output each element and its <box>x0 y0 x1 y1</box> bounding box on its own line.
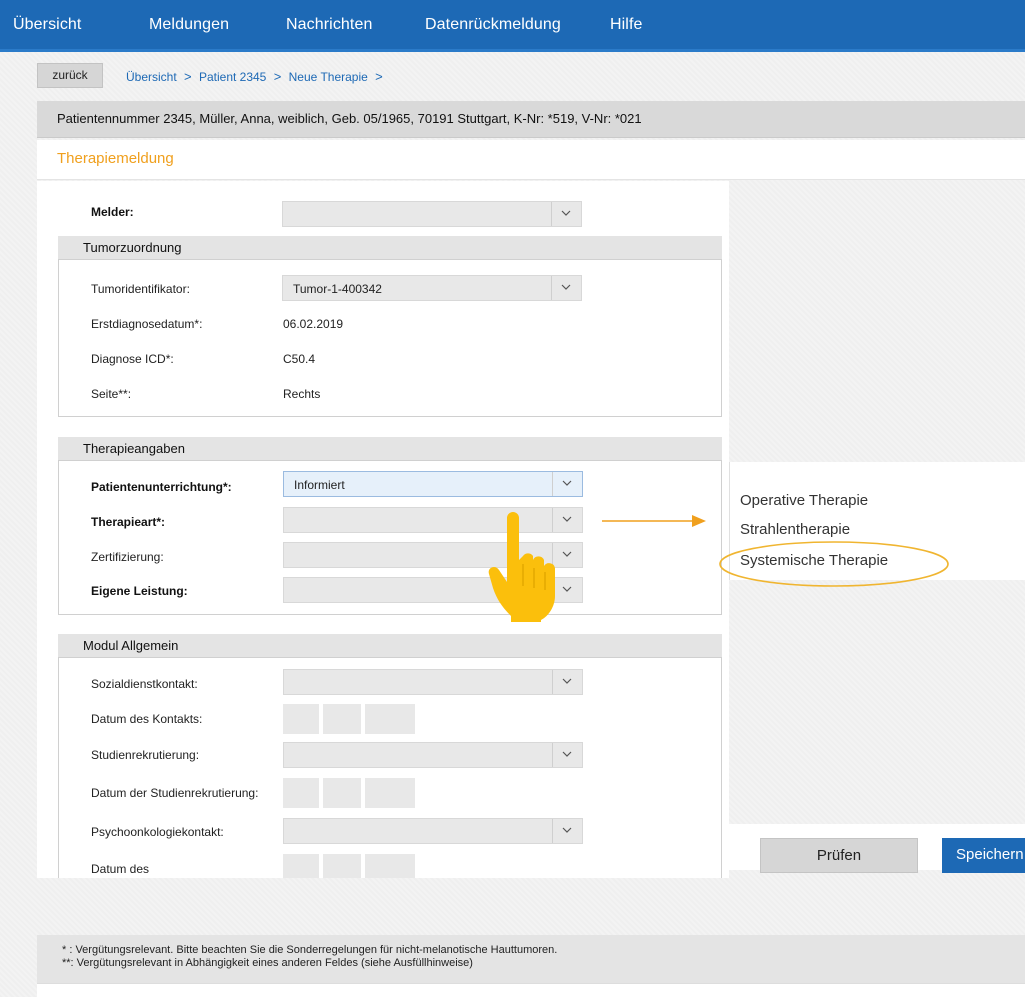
date-year-field[interactable] <box>365 704 417 734</box>
nav-item-meldungen[interactable]: Meldungen <box>149 16 229 34</box>
zertifizierung-label: Zertifizierung: <box>91 550 164 564</box>
page-title: Therapiemeldung <box>37 140 1025 180</box>
date-month-field[interactable] <box>323 778 363 808</box>
erstdiagnosedatum-value: 06.02.2019 <box>283 317 344 331</box>
breadcrumb-separator-icon: > <box>273 69 282 84</box>
speichern-button[interactable]: Speichern <box>942 838 1025 873</box>
toolbar: zurück Übersicht > Patient 2345 > Neue T… <box>37 63 1025 89</box>
seite-value: Rechts <box>283 387 321 401</box>
chevron-down-icon <box>561 284 571 290</box>
tumoridentifikator-value: Tumor-1-400342 <box>293 282 382 296</box>
chevron-down-icon <box>562 751 572 757</box>
top-navigation: Übersicht Meldungen Nachrichten Datenrüc… <box>0 0 1025 52</box>
diagnose-icd-label: Diagnose ICD*: <box>91 352 174 366</box>
section-modul-allgemein: Sozialdienstkontakt: Datum des Kontakts:… <box>58 657 722 878</box>
date-year-field[interactable] <box>365 778 417 808</box>
select-arrow-zone <box>552 743 582 767</box>
select-arrow-zone <box>551 202 581 226</box>
chevron-down-icon <box>562 516 572 522</box>
chevron-down-icon <box>562 827 572 833</box>
seite-label: Seite**: <box>91 387 132 401</box>
date-month-field[interactable] <box>323 704 363 734</box>
section-heading-modul-allgemein: Modul Allgemein <box>58 634 722 657</box>
psychoonkologiekontakt-select[interactable] <box>283 818 583 844</box>
patientenunterrichtung-value: Informiert <box>294 478 345 492</box>
page-bottom <box>37 983 1025 997</box>
chevron-down-icon <box>561 210 571 216</box>
date-day-field[interactable] <box>283 778 321 808</box>
melder-select[interactable] <box>282 201 582 227</box>
chevron-down-icon <box>562 678 572 684</box>
breadcrumb-separator-icon: > <box>184 69 192 84</box>
sozialdienstkontakt-select[interactable] <box>283 669 583 695</box>
arrow-right-icon <box>602 515 706 527</box>
select-arrow-zone <box>551 276 581 300</box>
therapieart-label: Therapieart*: <box>91 515 166 529</box>
chevron-down-icon <box>562 586 572 592</box>
tumoridentifikator-select[interactable]: Tumor-1-400342 <box>282 275 582 301</box>
nav-item-uebersicht[interactable]: Übersicht <box>13 16 81 34</box>
nav-item-datenrueckmeldung[interactable]: Datenrückmeldung <box>425 16 561 34</box>
section-tumorzuordnung: Tumoridentifikator: Tumor-1-400342 Erstd… <box>58 259 722 417</box>
diagnose-icd-value: C50.4 <box>283 352 316 366</box>
date-month-field[interactable] <box>323 854 363 878</box>
chevron-down-icon <box>562 551 572 557</box>
back-button[interactable]: zurück <box>37 63 103 88</box>
psychoonkologiekontakt-label: Psychoonkologiekontakt: <box>91 825 224 839</box>
section-heading-therapieangaben: Therapieangaben <box>58 437 722 460</box>
breadcrumb-item-patient[interactable]: Patient 2345 <box>199 70 266 84</box>
patientenunterrichtung-select[interactable]: Informiert <box>283 471 583 497</box>
option-operative-therapie[interactable]: Operative Therapie <box>740 492 868 509</box>
datum-kontakt-label: Datum des Kontakts: <box>91 712 203 726</box>
eigene-leistung-label: Eigene Leistung: <box>91 584 188 598</box>
select-arrow-zone <box>552 670 582 694</box>
sozialdienstkontakt-label: Sozialdienstkontakt: <box>91 677 198 691</box>
breadcrumb-separator-icon: > <box>375 69 383 84</box>
studienrekrutierung-select[interactable] <box>283 742 583 768</box>
select-arrow-zone <box>552 472 582 496</box>
breadcrumb-item-uebersicht[interactable]: Übersicht <box>126 70 177 84</box>
date-day-field[interactable] <box>283 854 321 878</box>
melder-label: Melder: <box>91 205 134 219</box>
patient-info-bar: Patientennummer 2345, Müller, Anna, weib… <box>37 101 1025 138</box>
tumoridentifikator-label: Tumoridentifikator: <box>91 282 190 296</box>
pointing-hand-icon <box>488 512 555 622</box>
section-therapieangaben: Patientenunterrichtung*: Informiert Ther… <box>58 460 722 615</box>
nav-item-nachrichten[interactable]: Nachrichten <box>286 16 372 34</box>
select-arrow-zone <box>552 819 582 843</box>
patientenunterrichtung-label: Patientenunterrichtung*: <box>91 480 232 494</box>
option-strahlentherapie[interactable]: Strahlentherapie <box>740 521 850 538</box>
date-day-field[interactable] <box>283 704 321 734</box>
action-bar: Prüfen Speichern <box>729 824 1025 873</box>
datum-psycho-label: Datum des <box>91 862 150 876</box>
highlight-ellipse <box>719 541 949 587</box>
datum-studienrekrutierung-label: Datum der Studienrekrutierung: <box>91 786 259 800</box>
date-year-field[interactable] <box>365 854 417 878</box>
breadcrumb: Übersicht > Patient 2345 > Neue Therapie… <box>126 69 387 84</box>
breadcrumb-item-neue-therapie[interactable]: Neue Therapie <box>289 70 368 84</box>
section-heading-tumorzuordnung: Tumorzuordnung <box>58 236 722 259</box>
pruefen-button[interactable]: Prüfen <box>760 838 918 873</box>
footnote-2: **: Vergütungsrelevant in Abhängigkeit e… <box>62 957 473 969</box>
footnotes: * : Vergütungsrelevant. Bitte beachten S… <box>37 935 1025 983</box>
footnote-1: * : Vergütungsrelevant. Bitte beachten S… <box>62 944 558 956</box>
erstdiagnosedatum-label: Erstdiagnosedatum*: <box>91 317 203 331</box>
chevron-down-icon <box>562 480 572 486</box>
nav-item-hilfe[interactable]: Hilfe <box>610 16 643 34</box>
studienrekrutierung-label: Studienrekrutierung: <box>91 748 200 762</box>
